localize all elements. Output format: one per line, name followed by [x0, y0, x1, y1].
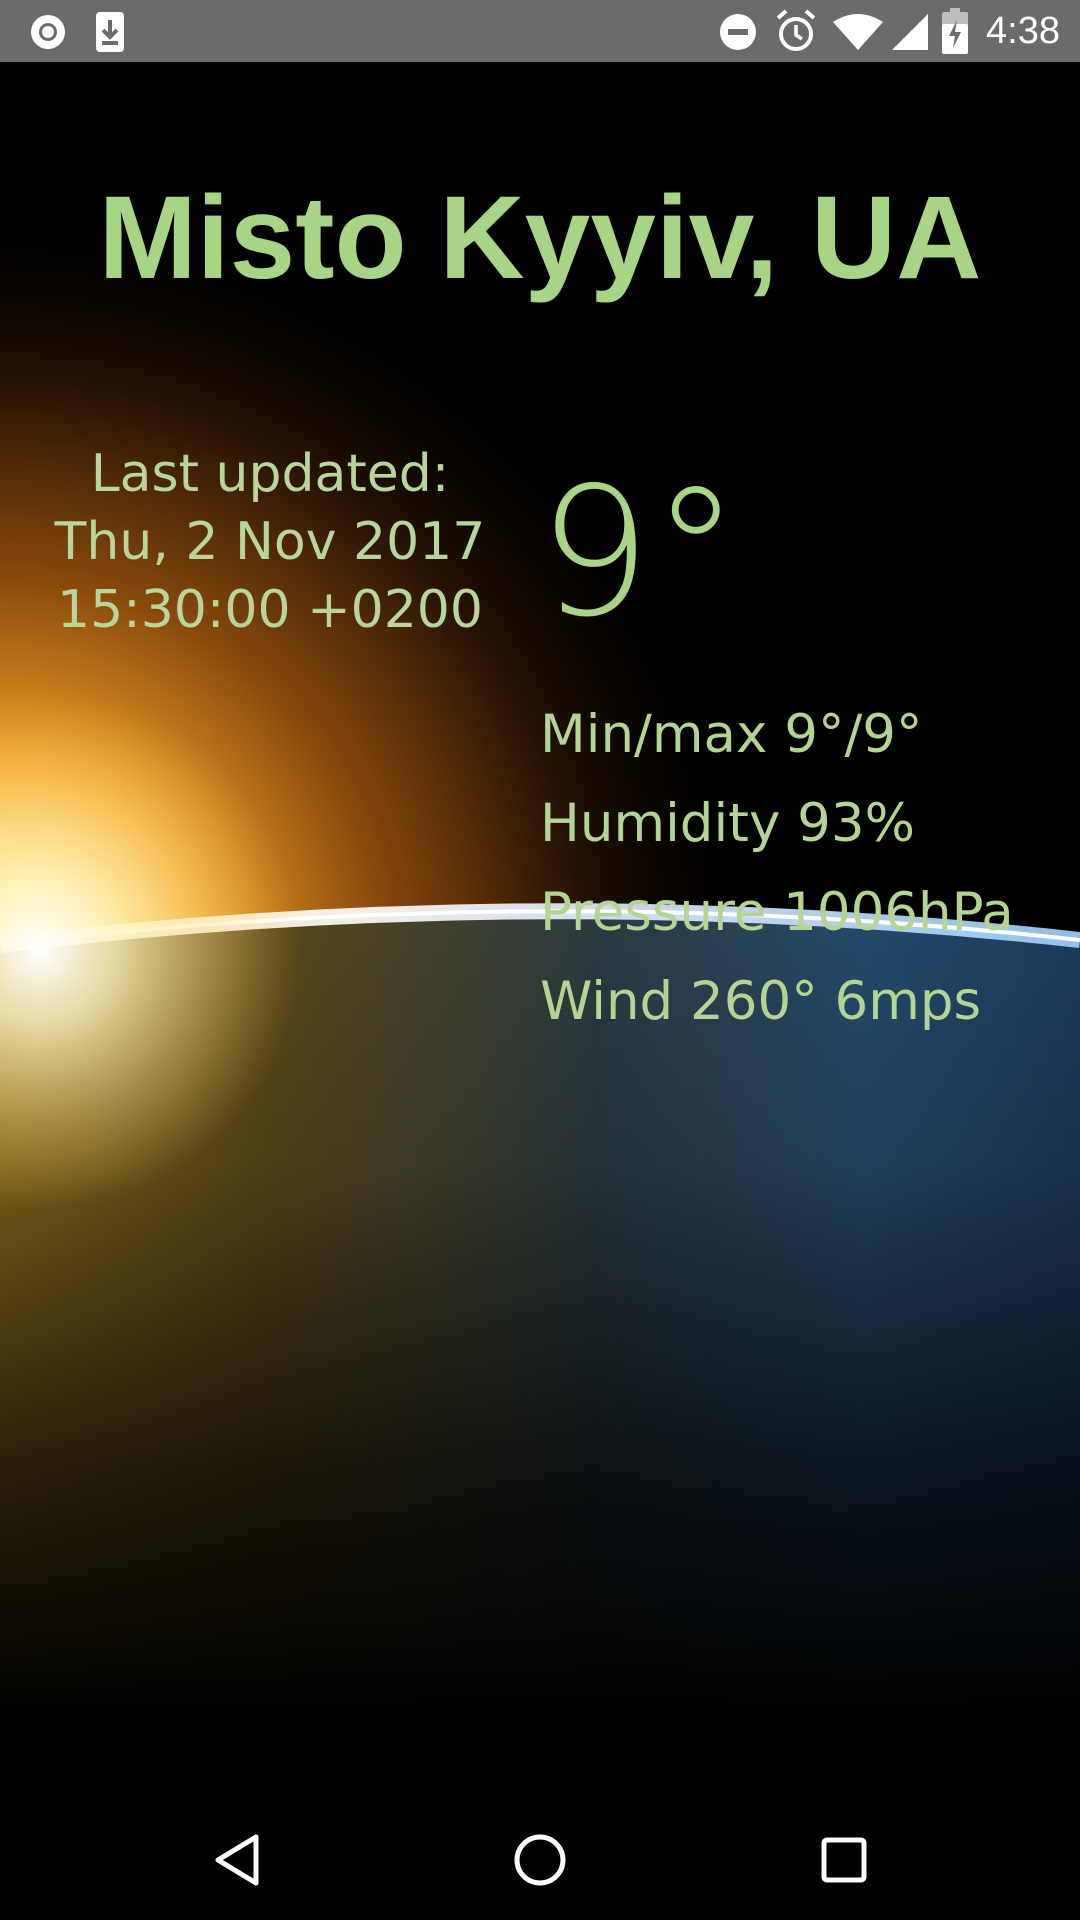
cell-signal-icon [892, 14, 928, 50]
city-title: Misto Kyyiv, UA [98, 172, 982, 304]
alarm-icon [776, 9, 816, 51]
record-icon [31, 15, 65, 49]
navigation-bar [0, 1800, 1080, 1920]
status-bar: 4:38 [0, 0, 1080, 62]
home-button[interactable] [480, 1800, 600, 1920]
wifi-icon [833, 14, 883, 50]
last-updated-time: 15:30:00 +0200 [57, 580, 483, 640]
do-not-disturb-icon [720, 14, 756, 50]
download-icon [96, 12, 124, 52]
last-updated-label: Last updated: [90, 444, 450, 504]
current-temperature: 9° [538, 449, 741, 656]
back-button[interactable] [177, 1800, 297, 1920]
recents-icon [821, 1837, 867, 1883]
min-max-temperature: Min/max 9°/9° [540, 704, 923, 765]
recents-button[interactable] [784, 1800, 904, 1920]
pressure: Pressure 1006hPa [540, 882, 1014, 943]
weather-details: Min/max 9°/9° Humidity 93% Pressure 1006… [540, 690, 1014, 1046]
back-icon [215, 1834, 259, 1886]
home-icon [514, 1834, 566, 1886]
wind: Wind 260° 6mps [540, 971, 982, 1032]
last-updated-block: Last updated: Thu, 2 Nov 2017 15:30:00 +… [40, 440, 500, 644]
humidity: Humidity 93% [540, 793, 915, 854]
last-updated-date: Thu, 2 Nov 2017 [54, 512, 486, 572]
battery-charging-icon [942, 8, 968, 54]
weather-screen: 4:38 Misto Kyyiv, UA Last updated: Thu, … [0, 0, 1080, 1920]
status-clock: 4:38 [986, 10, 1060, 52]
